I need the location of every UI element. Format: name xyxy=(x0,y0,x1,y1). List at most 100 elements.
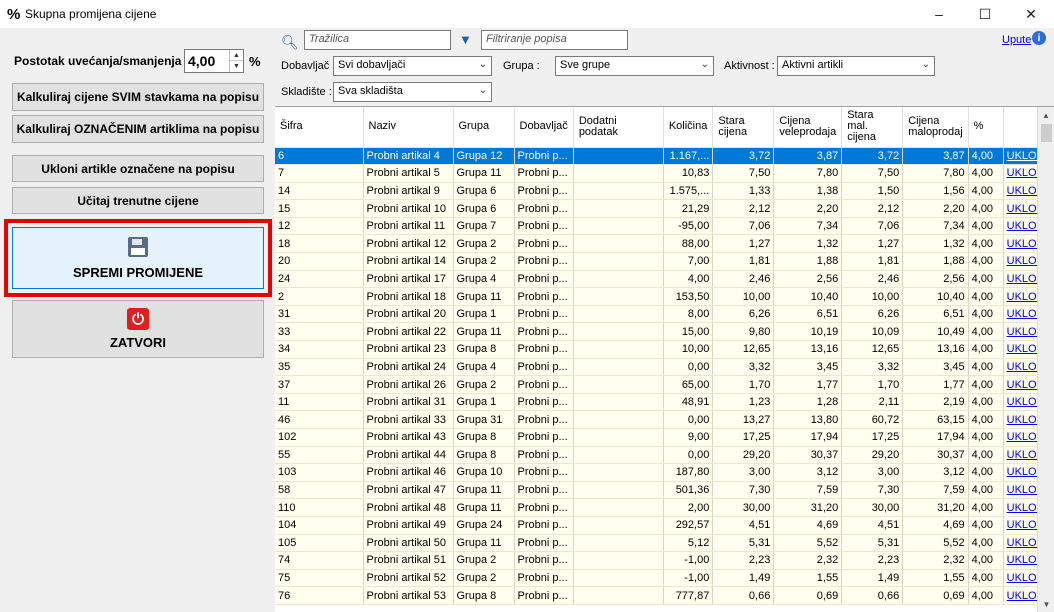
close-button[interactable]: ⏻ ZATVORI xyxy=(12,300,264,358)
group-dropdown[interactable]: Sve grupe ⌄ xyxy=(555,56,714,76)
left-panel: Postotak uvećanja/smanjenja : 4,00 ▲ ▼ %… xyxy=(0,28,275,612)
table-cell: 18 xyxy=(275,234,364,254)
table-cell xyxy=(573,252,664,271)
filter-funnel-icon[interactable]: ▼ xyxy=(459,32,472,47)
table-cell: Probni artikal 46 xyxy=(363,463,454,482)
table-cell: 5,52 xyxy=(773,534,843,553)
search-icon[interactable]: 🔍︎ xyxy=(281,34,299,51)
column-header[interactable]: Šifra xyxy=(275,107,364,148)
table-row[interactable]: 110 Probni artikal 48 Grupa 11 Probni p... 2… xyxy=(275,498,1053,517)
help-link[interactable]: Upute xyxy=(1002,34,1031,46)
table-row[interactable]: 103 Probni artikal 46 Grupa 10 Probni p... 1… xyxy=(275,463,1053,482)
filter-bar: 🔍︎ Tražilica ▼ Filtriranje popisa Upute … xyxy=(275,28,1054,106)
column-header[interactable]: Dobavljač xyxy=(514,107,574,148)
table-cell: Probni p... xyxy=(514,164,574,183)
table-row[interactable]: 20 Probni artikal 14 Grupa 2 Probni p... 7,0… xyxy=(275,252,1053,271)
table-row[interactable]: 14 Probni artikal 9 Grupa 6 Probni p... 1.57… xyxy=(275,182,1053,201)
table-cell: Grupa 11 xyxy=(453,322,515,342)
table-cell: 0,66 xyxy=(841,586,904,605)
table-row[interactable]: 46 Probni artikal 33 Grupa 31 Probni p... 0,… xyxy=(275,410,1053,429)
table-cell xyxy=(573,217,664,236)
spin-up-icon[interactable]: ▲ xyxy=(230,50,243,61)
supplier-dropdown[interactable]: Svi dobavljači ⌄ xyxy=(333,56,492,76)
table-cell: 30,37 xyxy=(902,446,969,465)
close-window-button[interactable]: ✕ xyxy=(1008,0,1054,28)
table-cell: 1,28 xyxy=(773,393,843,412)
table-row[interactable]: 31 Probni artikal 20 Grupa 1 Probni p... 8,0… xyxy=(275,305,1053,324)
table-cell: Probni p... xyxy=(514,375,574,394)
save-changes-button[interactable]: SPREMI PROMIJENE xyxy=(12,227,264,289)
scroll-down-icon[interactable]: ▼ xyxy=(1038,596,1054,612)
spin-down-icon[interactable]: ▼ xyxy=(230,61,243,72)
table-row[interactable]: 74 Probni artikal 51 Grupa 2 Probni p... -1,… xyxy=(275,551,1053,570)
percent-input[interactable]: 4,00 ▲ ▼ xyxy=(184,49,244,73)
table-cell: Grupa 1 xyxy=(453,305,515,324)
table-cell: Grupa 12 xyxy=(453,147,515,166)
price-grid[interactable]: Šifra Naziv Grupa Dobavljač Dodatni podatak K… xyxy=(275,106,1054,612)
table-row[interactable]: 105 Probni artikal 50 Grupa 11 Probni p... 5… xyxy=(275,534,1053,553)
table-row[interactable]: 11 Probni artikal 31 Grupa 1 Probni p... 48,… xyxy=(275,393,1053,412)
table-row[interactable]: 7 Probni artikal 5 Grupa 11 Probni p... 10,8… xyxy=(275,164,1053,183)
table-row[interactable]: 76 Probni artikal 53 Grupa 8 Probni p... 777… xyxy=(275,586,1053,605)
filter-list-input[interactable]: Filtriranje popisa xyxy=(481,30,628,50)
column-header[interactable]: Naziv xyxy=(363,107,454,148)
table-row[interactable]: 55 Probni artikal 44 Grupa 8 Probni p... 0,0… xyxy=(275,446,1053,465)
table-cell: 4,00 xyxy=(968,182,1004,201)
table-cell xyxy=(573,393,664,412)
table-row[interactable]: 12 Probni artikal 11 Grupa 7 Probni p... -95… xyxy=(275,217,1053,236)
table-cell: Probni artikal 43 xyxy=(363,428,454,447)
activity-dropdown[interactable]: Aktivni artikli ⌄ xyxy=(777,56,935,76)
table-cell: Probni artikal 9 xyxy=(363,182,454,201)
table-row[interactable]: 75 Probni artikal 52 Grupa 2 Probni p... -1,… xyxy=(275,569,1053,588)
column-header[interactable]: Količina xyxy=(663,107,714,148)
column-header[interactable]: % xyxy=(968,107,1004,148)
column-header[interactable]: Stara mal. cijena xyxy=(841,107,904,148)
table-row[interactable]: 24 Probni artikal 17 Grupa 4 Probni p... 4,0… xyxy=(275,270,1053,289)
table-cell: 2,23 xyxy=(841,551,904,570)
column-header[interactable]: Dodatni podatak xyxy=(573,107,664,148)
info-icon[interactable]: i xyxy=(1032,31,1046,45)
table-row[interactable]: 37 Probni artikal 26 Grupa 2 Probni p... 65,… xyxy=(275,375,1053,394)
minimize-button[interactable]: – xyxy=(916,0,962,28)
scroll-up-icon[interactable]: ▲ xyxy=(1038,107,1054,124)
calculate-marked-button[interactable]: Kalkuliraj OZNAČENIM artiklima na popisu xyxy=(12,115,264,143)
table-cell: Probni artikal 12 xyxy=(363,234,454,254)
remove-marked-button[interactable]: Ukloni artikle označene na popisu xyxy=(12,155,264,182)
table-cell: Probni p... xyxy=(514,199,574,218)
table-cell: Probni p... xyxy=(514,446,574,465)
column-header[interactable]: Cijena veleprodaja xyxy=(773,107,843,148)
column-header[interactable]: Grupa xyxy=(453,107,515,148)
table-cell: Probni artikal 44 xyxy=(363,446,454,465)
calculate-all-button[interactable]: Kalkuliraj cijene SVIM stavkama na popis… xyxy=(12,83,264,111)
table-row[interactable]: 18 Probni artikal 12 Grupa 2 Probni p... 88,… xyxy=(275,234,1053,254)
column-header[interactable]: Cijena maloprodaj xyxy=(902,107,969,148)
table-row[interactable]: 33 Probni artikal 22 Grupa 11 Probni p... 15… xyxy=(275,322,1053,342)
table-row[interactable]: 35 Probni artikal 24 Grupa 4 Probni p... 0,0… xyxy=(275,358,1053,377)
table-cell: 4,00 xyxy=(968,446,1004,465)
table-row[interactable]: 58 Probni artikal 47 Grupa 11 Probni p... 50… xyxy=(275,481,1053,500)
column-header[interactable]: Stara cijena xyxy=(712,107,775,148)
table-row[interactable]: 104 Probni artikal 49 Grupa 24 Probni p... 2… xyxy=(275,516,1053,535)
table-row[interactable]: 6 Probni artikal 4 Grupa 12 Probni p... 1.16… xyxy=(275,147,1053,166)
load-current-prices-button[interactable]: Učitaj trenutne cijene xyxy=(12,187,264,214)
table-cell: 4,00 xyxy=(968,463,1004,482)
chevron-down-icon: ⌄ xyxy=(700,59,709,70)
table-cell xyxy=(573,551,664,570)
search-input[interactable]: Tražilica xyxy=(304,30,451,50)
warehouse-dropdown[interactable]: Sva skladišta ⌄ xyxy=(333,82,492,102)
vertical-scrollbar[interactable]: ▲ ▼ xyxy=(1037,107,1054,612)
table-row[interactable]: 102 Probni artikal 43 Grupa 8 Probni p... 9,… xyxy=(275,428,1053,447)
table-cell: Probni p... xyxy=(514,234,574,254)
table-cell: 30,37 xyxy=(773,446,843,465)
power-icon: ⏻ xyxy=(127,308,149,330)
table-cell: Probni artikal 10 xyxy=(363,199,454,218)
table-row[interactable]: 34 Probni artikal 23 Grupa 8 Probni p... 10,… xyxy=(275,340,1053,359)
table-cell: 1.167,... xyxy=(663,147,714,166)
table-row[interactable]: 2 Probni artikal 18 Grupa 11 Probni p... 153… xyxy=(275,287,1053,306)
percent-spinner[interactable]: ▲ ▼ xyxy=(229,50,243,72)
scroll-thumb[interactable] xyxy=(1041,124,1052,142)
maximize-button[interactable]: ☐ xyxy=(962,0,1008,28)
save-changes-label: SPREMI PROMIJENE xyxy=(72,264,204,280)
table-cell: 1,38 xyxy=(773,182,843,201)
table-row[interactable]: 15 Probni artikal 10 Grupa 6 Probni p... 21,… xyxy=(275,199,1053,218)
